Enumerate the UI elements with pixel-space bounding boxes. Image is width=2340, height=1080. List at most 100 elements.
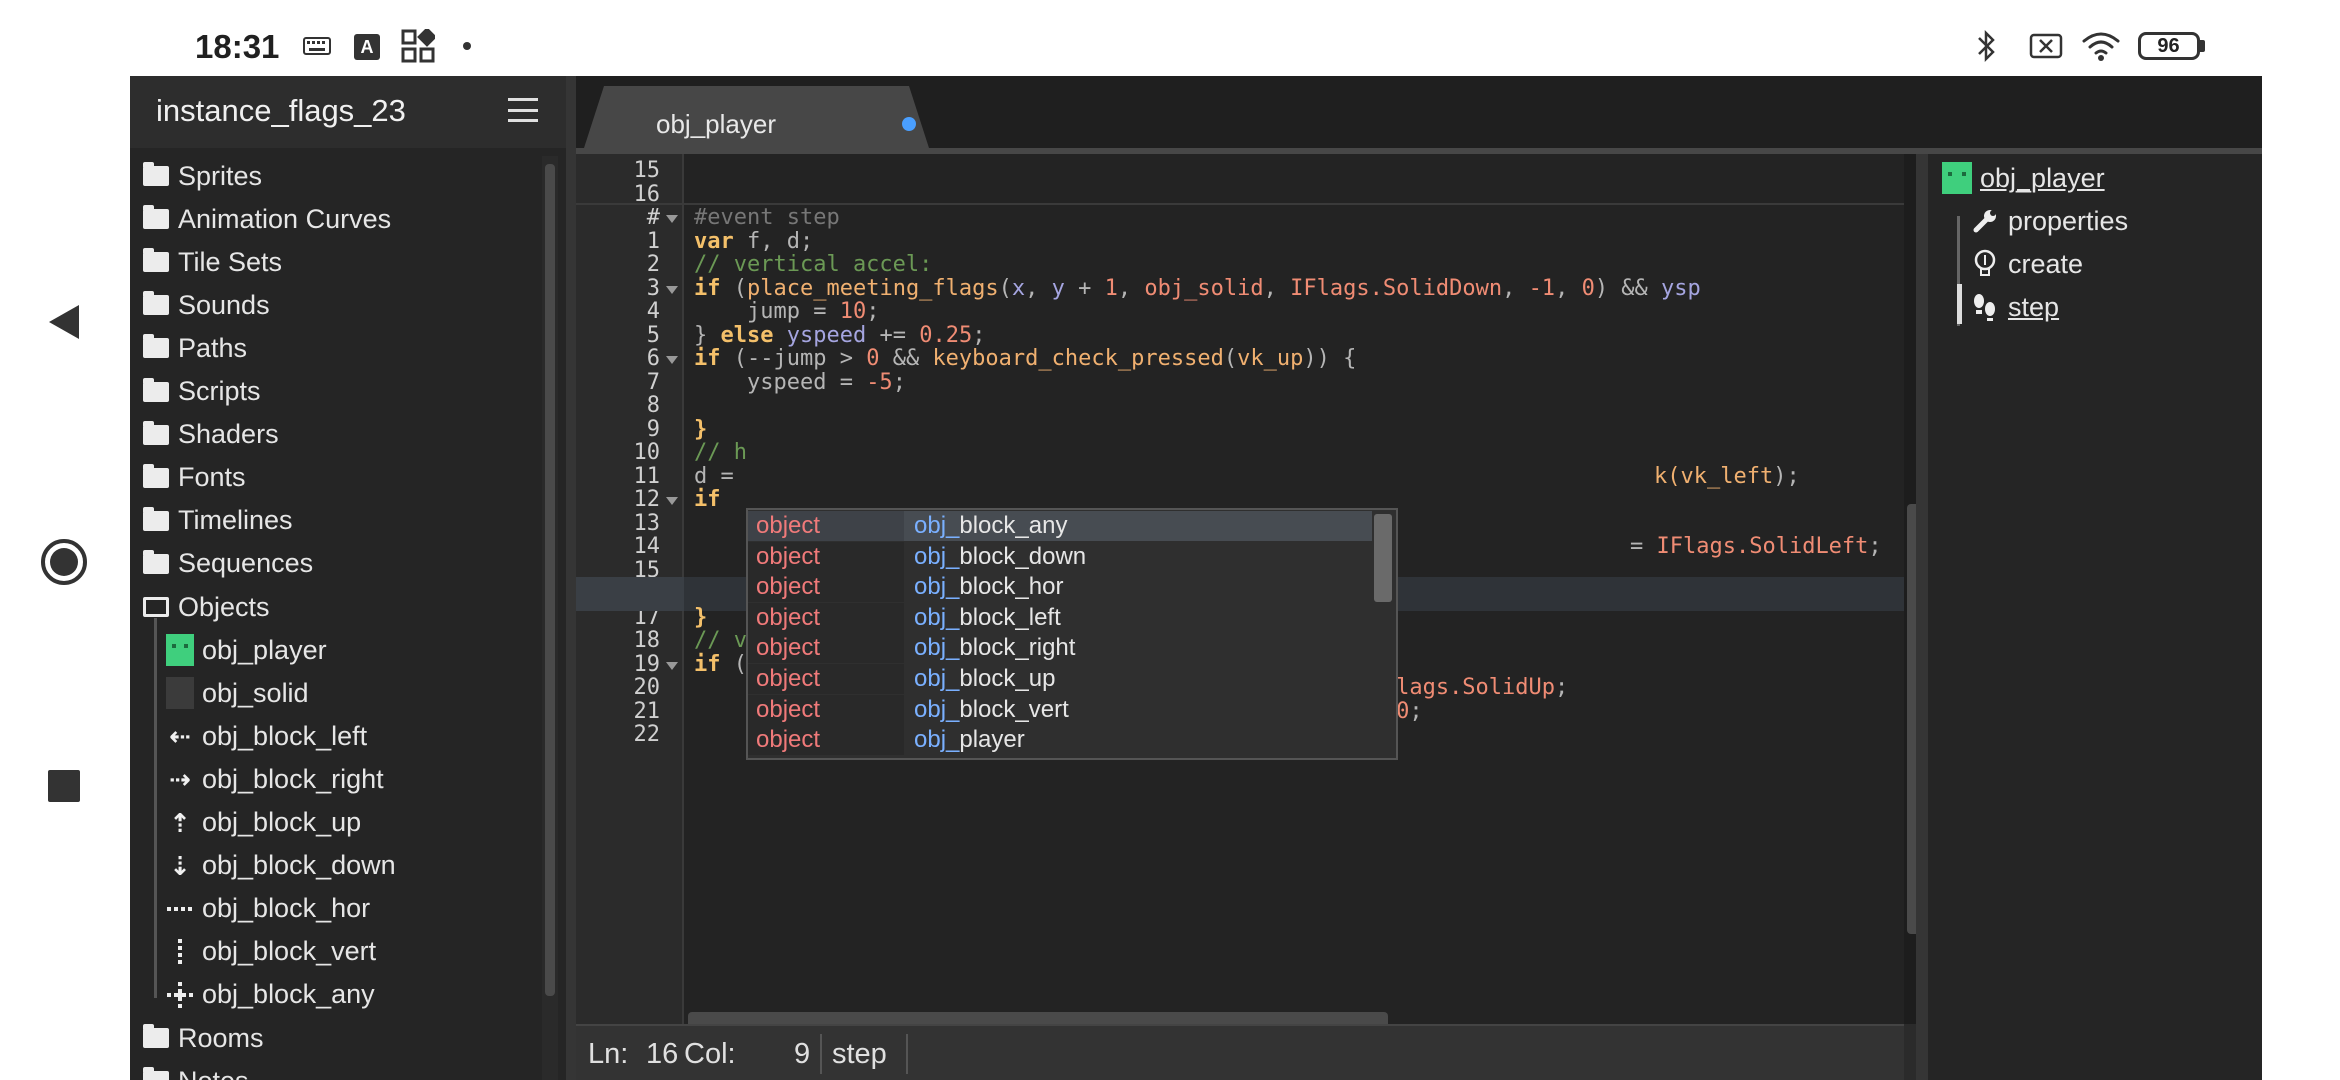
line-number: #: [646, 205, 660, 230]
line-number: 1: [646, 228, 660, 254]
autocomplete-item-name: obj_player: [914, 726, 1025, 754]
sidebar-header: instance_flags_23: [130, 76, 566, 148]
sidebar-scrollbar-thumb[interactable]: [545, 164, 555, 996]
folder-open-icon: [142, 593, 170, 621]
autocomplete-item[interactable]: object obj_block_down: [748, 541, 1372, 572]
autocomplete-item[interactable]: object obj_block_hor: [748, 572, 1372, 603]
fold-toggle-icon[interactable]: [666, 497, 678, 505]
tree-item-label: Paths: [178, 332, 248, 363]
tree-item-obj-block-right[interactable]: ⇢ obj_block_right: [166, 759, 384, 799]
tree-item-timelines[interactable]: Timelines: [142, 501, 293, 541]
tree-item-scripts[interactable]: Scripts: [142, 372, 261, 412]
code-line: var f, d;: [694, 228, 814, 254]
line-number: 6: [646, 346, 660, 371]
tree-item-tile-sets[interactable]: Tile Sets: [142, 242, 282, 282]
tree-item-obj-block-vert[interactable]: obj_block_vert: [166, 932, 376, 972]
status-separator: [820, 1034, 822, 1074]
line-number: 20: [633, 675, 661, 700]
line-number: 19: [633, 651, 661, 677]
code-line: if (--jump > 0 && keyboard_check_pressed…: [694, 346, 1357, 371]
fold-toggle-icon[interactable]: [666, 215, 678, 223]
tree-item-animation-curves[interactable]: Animation Curves: [142, 199, 391, 239]
tree-item-label: obj_solid: [202, 677, 309, 708]
autocomplete-item-name: obj_block_down: [914, 542, 1087, 570]
autocomplete-item[interactable]: object obj_block_vert: [748, 694, 1372, 725]
fold-toggle-icon[interactable]: [666, 356, 678, 364]
tree-item-label: obj_player: [202, 634, 327, 665]
tree-item-label: Scripts: [178, 376, 261, 406]
tab-obj-player[interactable]: obj_player: [584, 86, 929, 148]
tree-item-label: obj_block_up: [202, 807, 362, 837]
outline-splitter[interactable]: [1916, 154, 1928, 1080]
tree-item-obj-solid[interactable]: obj_solid: [166, 673, 309, 713]
autocomplete-item[interactable]: object obj_block_up: [748, 664, 1372, 694]
code-line: d =: [694, 463, 747, 489]
bluetooth-icon: [1972, 28, 2002, 64]
tree-item-label: Shaders: [178, 419, 279, 450]
folder-icon: [142, 420, 170, 449]
autocomplete-item-kind: object: [748, 664, 904, 694]
autocomplete-item[interactable]: object obj_block_left: [748, 602, 1372, 633]
folder-icon: [142, 463, 170, 492]
hamburger-menu-icon[interactable]: [508, 98, 538, 122]
tree-item-label: Tile Sets: [178, 246, 283, 277]
event-name: step: [832, 1038, 887, 1070]
sidebar-splitter[interactable]: [566, 76, 576, 1080]
tree-item-label: obj_block_down: [202, 850, 396, 881]
tree-item-sprites[interactable]: Sprites: [142, 156, 262, 196]
autocomplete-item-name: obj_block_vert: [914, 695, 1069, 723]
wifi-icon: [2080, 28, 2122, 64]
outline-item-step[interactable]: step: [1970, 287, 2059, 327]
outline-root-obj-player[interactable]: obj_player: [1942, 158, 2105, 198]
arrow-right-icon: ⇢: [169, 764, 191, 795]
editor-horizontal-scrollbar[interactable]: [688, 1012, 1388, 1024]
tree-item-obj-block-down[interactable]: ⇣ obj_block_down: [166, 846, 396, 886]
clock: 18:31: [195, 28, 280, 65]
resource-tree: Sprites Animation Curves Tile Sets Sounds Pa…: [130, 156, 540, 1080]
autocomplete-scrollbar[interactable]: [1374, 514, 1392, 602]
tree-item-obj-block-up[interactable]: ⇡ obj_block_up: [166, 803, 361, 843]
tree-item-obj-block-any[interactable]: obj_block_any: [166, 975, 375, 1015]
autocomplete-item-name: obj_block_up: [914, 665, 1056, 692]
home-icon[interactable]: [40, 538, 88, 586]
screen-edge: [2262, 76, 2340, 1080]
line-label: Ln:: [588, 1038, 629, 1070]
fold-toggle-icon[interactable]: [666, 285, 678, 294]
recents-icon[interactable]: [40, 762, 88, 810]
code-line: = IFlags.SolidLeft;: [1630, 534, 1882, 559]
tree-item-obj-block-left[interactable]: ⇠ obj_block_left: [166, 716, 367, 756]
code-line: // h: [694, 440, 747, 465]
project-title: instance_flags_23: [156, 93, 406, 128]
line-number: 5: [646, 322, 660, 348]
tree-item-objects[interactable]: Objects: [142, 587, 270, 627]
line-number: 7: [646, 369, 660, 395]
line-number: 15: [633, 158, 661, 183]
back-icon[interactable]: [40, 298, 88, 346]
autocomplete-item-name: obj_block_any: [914, 512, 1068, 539]
outline-item-create[interactable]: create: [1970, 244, 2083, 284]
tree-item-obj-player[interactable]: obj_player: [166, 630, 327, 670]
dots-vert-icon: [166, 938, 194, 966]
tree-item-obj-block-hor[interactable]: obj_block_hor: [166, 889, 370, 929]
fold-toggle-icon[interactable]: [666, 661, 678, 670]
folder-icon: [142, 205, 170, 233]
outline-item-properties[interactable]: properties: [1970, 201, 2128, 241]
tree-item-shaders[interactable]: Shaders: [142, 415, 279, 455]
lightbulb-icon: [1970, 248, 2000, 280]
tree-item-paths[interactable]: Paths: [142, 328, 247, 368]
autocomplete-item[interactable]: object obj_block_right: [748, 633, 1372, 664]
autocomplete-item-kind: object: [748, 694, 904, 725]
autocomplete-item[interactable]: object obj_player: [748, 725, 1372, 756]
a-badge-icon: A: [354, 34, 380, 60]
line-number: 10: [633, 440, 661, 465]
battery-icon: 96: [2136, 28, 2206, 64]
wrench-icon: [1970, 205, 2000, 237]
tree-item-rooms[interactable]: Rooms: [142, 1018, 264, 1058]
tree-item-fonts[interactable]: Fonts: [142, 458, 246, 498]
autocomplete-item[interactable]: object obj_block_any: [748, 511, 1372, 541]
outline-item-label: create: [2008, 248, 2084, 279]
tree-item-sequences[interactable]: Sequences: [142, 544, 313, 584]
tree-item-sounds[interactable]: Sounds: [142, 285, 270, 325]
tree-item-notes[interactable]: Notes: [142, 1061, 249, 1080]
tree-item-label: obj_block_any: [202, 979, 375, 1010]
